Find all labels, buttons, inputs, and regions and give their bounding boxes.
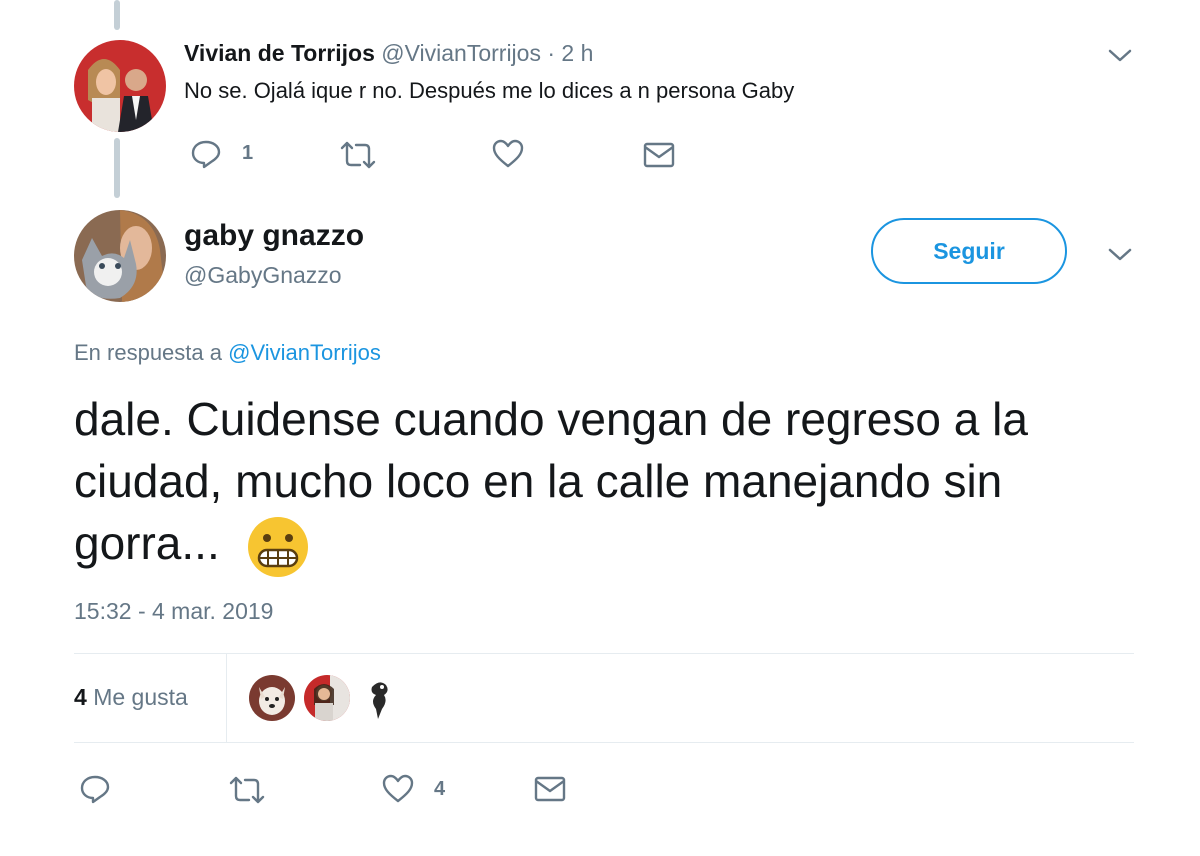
reply-context-label: En respuesta a <box>74 340 222 365</box>
tweet-text: No se. Ojalá ique r no. Después me lo di… <box>184 78 795 103</box>
likes-count[interactable]: 4 <box>74 684 87 710</box>
mail-icon[interactable] <box>643 141 675 169</box>
grimacing-face-emoji <box>247 516 309 578</box>
mail-icon[interactable] <box>534 775 566 803</box>
heart-icon[interactable] <box>492 139 524 169</box>
thread-line-top <box>114 0 120 30</box>
author-name[interactable]: Vivian de Torrijos <box>184 40 375 66</box>
divider <box>74 653 1134 654</box>
liker-avatar[interactable] <box>304 675 350 721</box>
avatar[interactable] <box>74 210 166 302</box>
likes-label[interactable]: Me gusta <box>93 684 188 710</box>
reply-icon[interactable] <box>190 138 222 170</box>
chevron-down-icon[interactable] <box>1107 48 1133 64</box>
divider <box>74 742 1134 743</box>
heart-icon[interactable] <box>382 774 414 804</box>
author-handle[interactable]: @VivianTorrijos <box>381 40 541 66</box>
avatar[interactable] <box>74 40 166 132</box>
author-name[interactable]: gaby gnazzo <box>184 218 364 254</box>
liker-avatar[interactable] <box>364 675 394 721</box>
liker-avatar[interactable] <box>249 675 295 721</box>
tweet-text: dale. Cuidense cuando vengan de regreso … <box>74 393 1028 569</box>
retweet-icon[interactable] <box>227 775 267 805</box>
follow-button-label: Seguir <box>933 237 1005 264</box>
tweet-body: dale. Cuidense cuando vengan de regreso … <box>74 388 1154 578</box>
author-handle[interactable]: @GabyGnazzo <box>184 260 342 290</box>
reply-count: 1 <box>242 142 254 164</box>
thread-line-middle <box>114 138 120 198</box>
chevron-down-icon[interactable] <box>1107 247 1133 263</box>
reply-icon[interactable] <box>79 773 111 805</box>
divider <box>226 654 227 742</box>
reply-to-link[interactable]: @VivianTorrijos <box>228 340 381 365</box>
retweet-icon[interactable] <box>338 140 378 170</box>
tweet-time[interactable]: · 2 h <box>547 40 593 66</box>
follow-button[interactable]: Seguir <box>871 218 1067 284</box>
tweet-timestamp[interactable]: 15:32 - 4 mar. 2019 <box>74 596 273 626</box>
like-count: 4 <box>434 778 446 800</box>
